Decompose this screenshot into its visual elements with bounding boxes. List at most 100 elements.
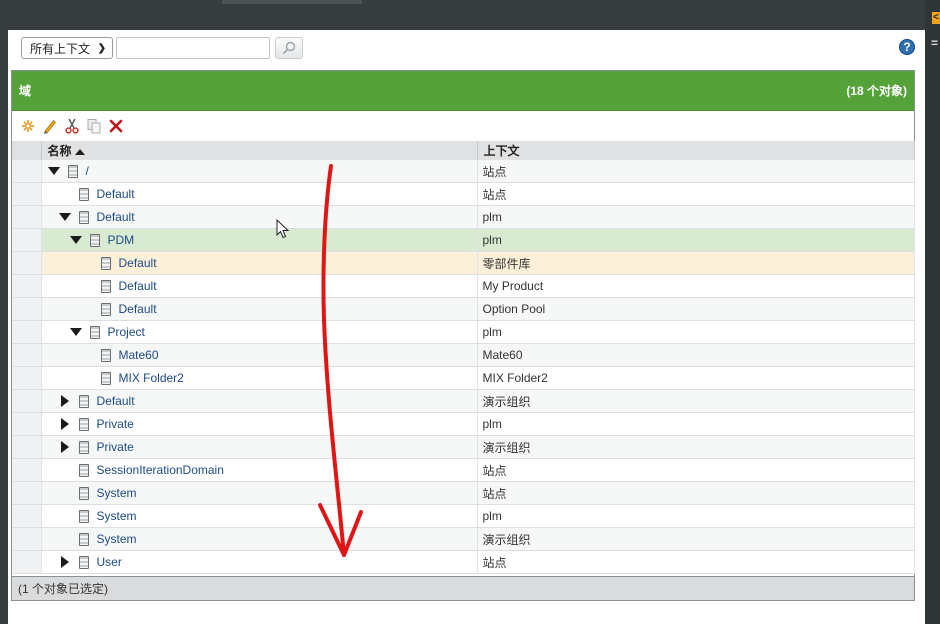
domain-name[interactable]: / xyxy=(86,164,89,178)
search-icon xyxy=(282,41,296,55)
new-icon[interactable] xyxy=(20,118,36,134)
row-select-cell[interactable] xyxy=(12,205,42,229)
table-row[interactable]: Default My Product xyxy=(12,274,915,298)
name-cell: User xyxy=(41,550,478,574)
domain-icon xyxy=(78,417,89,431)
table-toolbar xyxy=(12,111,914,141)
help-icon[interactable]: ? xyxy=(899,39,915,55)
domain-name[interactable]: Private xyxy=(97,417,134,431)
expand-toggle-icon[interactable] xyxy=(58,551,72,573)
row-select-cell[interactable] xyxy=(12,343,42,367)
domain-name[interactable]: SessionIterationDomain xyxy=(97,463,224,477)
context-cell: 演示组织 xyxy=(477,527,915,551)
row-select-cell[interactable] xyxy=(12,320,42,344)
domain-name[interactable]: Default xyxy=(97,210,135,224)
table-row[interactable]: Private plm xyxy=(12,412,915,436)
domain-name[interactable]: Default xyxy=(97,187,135,201)
cut-icon[interactable] xyxy=(64,118,80,134)
row-select-cell[interactable] xyxy=(12,228,42,252)
domain-name[interactable]: Project xyxy=(108,325,145,339)
object-count: (18 个对象) xyxy=(846,84,907,98)
name-cell: Private xyxy=(41,435,478,459)
domain-name[interactable]: System xyxy=(97,532,137,546)
row-select-cell[interactable] xyxy=(12,458,42,482)
collapse-toggle-icon[interactable] xyxy=(47,160,61,182)
domain-name[interactable]: Private xyxy=(97,440,134,454)
table-row[interactable]: Default Option Pool xyxy=(12,297,915,321)
table-row[interactable]: MIX Folder2 MIX Folder2 xyxy=(12,366,915,390)
name-cell: System xyxy=(41,527,478,551)
table-row[interactable]: Private 演示组织 xyxy=(12,435,915,459)
row-select-cell[interactable] xyxy=(12,412,42,436)
name-column-header[interactable]: 名称 xyxy=(41,141,478,160)
copy-icon[interactable] xyxy=(86,118,102,134)
domain-name[interactable]: Mate60 xyxy=(119,348,159,362)
name-cell: System xyxy=(41,481,478,505)
table-row[interactable]: PDM plm xyxy=(12,228,915,252)
table-row[interactable]: Default 零部件库 xyxy=(12,251,915,275)
name-cell: Default xyxy=(41,205,478,229)
context-filter-select[interactable]: 所有上下文 ❯ xyxy=(21,37,113,59)
name-column-label: 名称 xyxy=(47,144,72,158)
name-cell: Mate60 xyxy=(41,343,478,367)
row-select-cell[interactable] xyxy=(12,527,42,551)
domain-name[interactable]: System xyxy=(97,486,137,500)
domain-name[interactable]: Default xyxy=(119,302,157,316)
delete-icon[interactable] xyxy=(108,118,124,134)
name-cell: MIX Folder2 xyxy=(41,366,478,390)
domain-icon xyxy=(78,394,89,408)
domain-name[interactable]: Default xyxy=(97,394,135,408)
domain-name[interactable]: Default xyxy=(119,279,157,293)
row-select-cell[interactable] xyxy=(12,297,42,321)
table-row[interactable]: System 站点 xyxy=(12,481,915,505)
row-select-cell[interactable] xyxy=(12,550,42,574)
domain-icon xyxy=(100,348,111,362)
row-select-cell[interactable] xyxy=(12,251,42,275)
domain-name[interactable]: PDM xyxy=(108,233,135,247)
table-row[interactable]: SessionIterationDomain 站点 xyxy=(12,458,915,482)
search-button[interactable] xyxy=(275,37,303,59)
domain-name[interactable]: User xyxy=(97,555,122,569)
table-row[interactable]: Default plm xyxy=(12,205,915,229)
search-input[interactable] xyxy=(116,37,270,59)
domain-name[interactable]: MIX Folder2 xyxy=(119,371,184,385)
row-select-cell[interactable] xyxy=(12,274,42,298)
context-cell: plm xyxy=(477,228,915,252)
row-select-cell[interactable] xyxy=(12,435,42,459)
row-select-cell[interactable] xyxy=(12,160,42,183)
row-select-cell[interactable] xyxy=(12,504,42,528)
row-select-cell[interactable] xyxy=(12,481,42,505)
table-row[interactable]: Default 演示组织 xyxy=(12,389,915,413)
context-cell: 站点 xyxy=(477,182,915,206)
table-row[interactable]: Project plm xyxy=(12,320,915,344)
collapse-toggle-icon[interactable] xyxy=(58,206,72,228)
row-select-cell[interactable] xyxy=(12,366,42,390)
table-row[interactable]: System 演示组织 xyxy=(12,527,915,551)
expand-toggle-icon[interactable] xyxy=(58,390,72,412)
domain-icon xyxy=(78,486,89,500)
domain-icon xyxy=(78,555,89,569)
toggle-spacer xyxy=(58,528,72,550)
dock-tab-icon[interactable]: < xyxy=(932,12,940,24)
domain-name[interactable]: Default xyxy=(119,256,157,270)
row-select-cell[interactable] xyxy=(12,389,42,413)
edit-icon[interactable] xyxy=(42,118,58,134)
toggle-spacer xyxy=(58,459,72,481)
domain-icon xyxy=(100,302,111,316)
name-cell: Default xyxy=(41,297,478,321)
context-cell: MIX Folder2 xyxy=(477,366,915,390)
table-row[interactable]: System plm xyxy=(12,504,915,528)
expand-toggle-icon[interactable] xyxy=(58,413,72,435)
table-row[interactable]: User 站点 xyxy=(12,550,915,574)
domain-icon xyxy=(78,509,89,523)
context-column-header[interactable]: 上下文 xyxy=(477,141,915,160)
table-row[interactable]: / 站点 xyxy=(12,160,915,183)
table-row[interactable]: Mate60 Mate60 xyxy=(12,343,915,367)
row-select-cell[interactable] xyxy=(12,182,42,206)
collapse-toggle-icon[interactable] xyxy=(69,229,83,251)
collapse-toggle-icon[interactable] xyxy=(69,321,83,343)
domain-name[interactable]: System xyxy=(97,509,137,523)
expand-toggle-icon[interactable] xyxy=(58,436,72,458)
table-row[interactable]: Default 站点 xyxy=(12,182,915,206)
toggle-spacer xyxy=(80,252,94,274)
